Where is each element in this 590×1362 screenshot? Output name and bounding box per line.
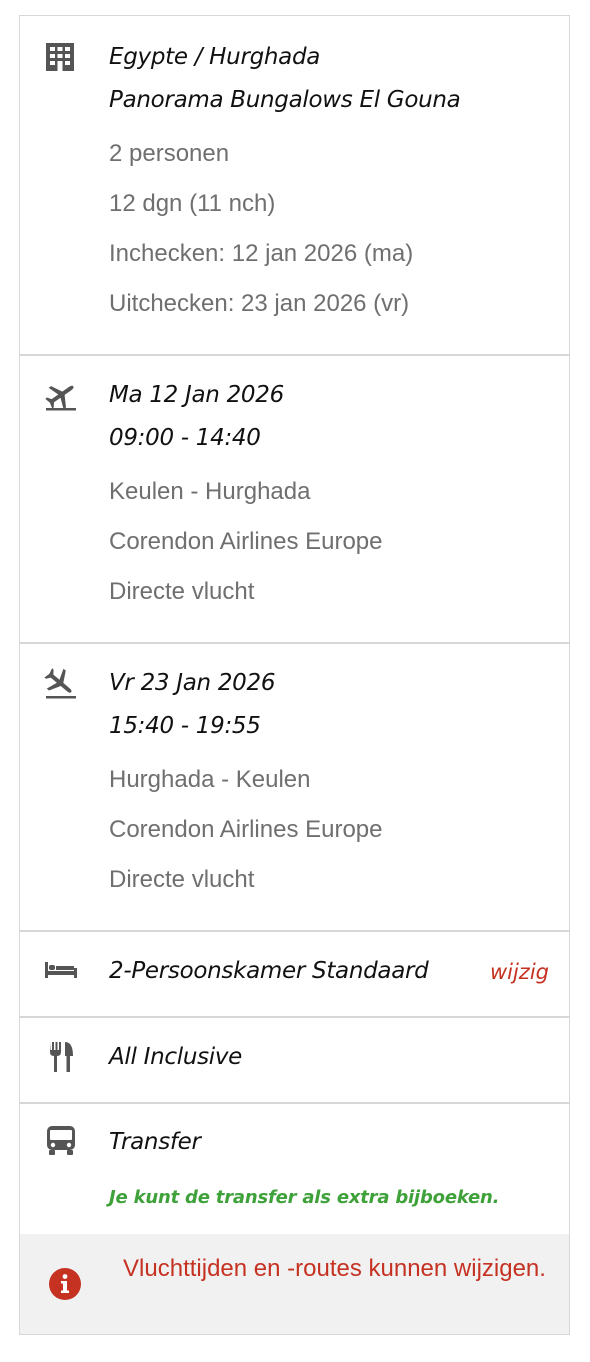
return-airline: Corendon Airlines Europe <box>109 816 383 843</box>
hotel-name: Panorama Bungalows El Gouna <box>109 87 461 113</box>
return-flight-type: Directe vlucht <box>109 866 255 893</box>
info-icon <box>48 1267 82 1301</box>
booking-summary-card: Egypte / Hurghada Panorama Bungalows El … <box>19 15 570 1335</box>
persons-count: 2 personen <box>109 140 230 167</box>
bus-icon <box>44 1124 78 1158</box>
board-type: All Inclusive <box>109 1044 243 1070</box>
flight-change-notice: Vluchttijden en -routes kunnen wijzigen. <box>20 1234 569 1334</box>
outbound-airline: Corendon Airlines Europe <box>109 528 383 555</box>
building-icon <box>44 41 78 75</box>
transfer-section: Transfer Je kunt de transfer als extra b… <box>20 1104 569 1234</box>
return-time: 15:40 - 19:55 <box>109 713 261 739</box>
plane-departure-icon <box>44 378 78 412</box>
board-section: All Inclusive <box>20 1018 569 1102</box>
return-date: Vr 23 Jan 2026 <box>109 670 276 696</box>
change-room-link[interactable]: wijzig <box>490 960 549 984</box>
plane-arrival-icon <box>44 666 78 700</box>
outbound-flight-type: Directe vlucht <box>109 578 255 605</box>
outbound-time: 09:00 - 14:40 <box>109 425 261 451</box>
return-route: Hurghada - Keulen <box>109 766 311 793</box>
outbound-date: Ma 12 Jan 2026 <box>109 382 284 408</box>
transfer-label: Transfer <box>109 1129 201 1155</box>
room-section: 2-Persoonskamer Standaard wijzig <box>20 932 569 1016</box>
accommodation-section: Egypte / Hurghada Panorama Bungalows El … <box>20 16 569 354</box>
transfer-upsell-note: Je kunt de transfer als extra bijboeken. <box>109 1187 500 1208</box>
checkin-date: Inchecken: 12 jan 2026 (ma) <box>109 240 414 267</box>
cutlery-icon <box>44 1040 78 1074</box>
bed-icon <box>44 956 78 990</box>
stay-duration: 12 dgn (11 nch) <box>109 190 276 217</box>
room-type: 2-Persoonskamer Standaard <box>109 958 429 984</box>
destination-title: Egypte / Hurghada <box>109 44 321 70</box>
checkout-date: Uitchecken: 23 jan 2026 (vr) <box>109 290 410 317</box>
outbound-flight-section: Ma 12 Jan 2026 09:00 - 14:40 Keulen - Hu… <box>20 356 569 642</box>
outbound-route: Keulen - Hurghada <box>109 478 311 505</box>
return-flight-section: Vr 23 Jan 2026 15:40 - 19:55 Hurghada - … <box>20 644 569 930</box>
notice-text: Vluchttijden en -routes kunnen wijzigen. <box>123 1255 546 1282</box>
